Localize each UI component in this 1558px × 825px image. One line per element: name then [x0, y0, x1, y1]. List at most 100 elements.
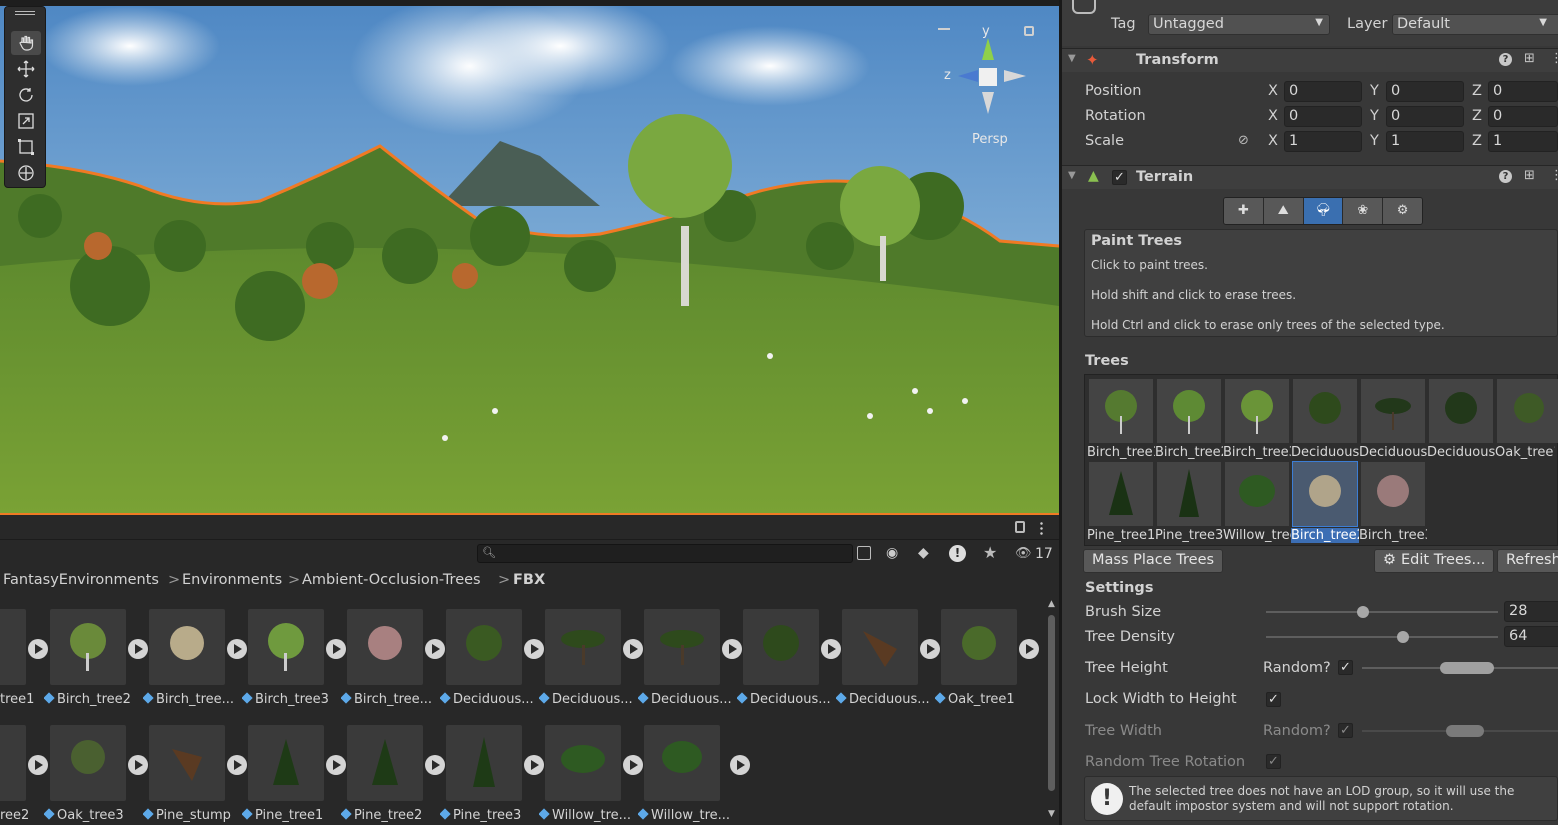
expand-play-icon[interactable]: [821, 639, 841, 659]
search-input[interactable]: 🔍︎: [477, 544, 853, 563]
breadcrumb-current[interactable]: FBX: [513, 572, 545, 588]
expand-play-icon[interactable]: [623, 639, 643, 659]
brush-size-slider[interactable]: [1266, 611, 1498, 613]
asset-item[interactable]: Pine_tree3: [440, 725, 546, 825]
asset-item[interactable]: Birch_tree2: [44, 609, 150, 719]
brush-size-field[interactable]: 28: [1504, 601, 1558, 622]
help-icon[interactable]: ?: [1499, 170, 1512, 183]
persp-label[interactable]: Persp: [972, 132, 1008, 147]
tree-density-slider-knob[interactable]: [1396, 631, 1409, 643]
expand-play-icon[interactable]: [730, 755, 750, 775]
tree-prototype-thumbnail[interactable]: [1429, 379, 1493, 443]
expand-play-icon[interactable]: [227, 755, 247, 775]
lock-icon[interactable]: [1024, 26, 1034, 36]
presets-icon[interactable]: ⊞: [1524, 51, 1535, 66]
tree-prototype-thumbnail[interactable]: [1157, 462, 1221, 526]
more-icon[interactable]: ⋮: [1550, 51, 1558, 66]
scroll-up-arrow[interactable]: ▲: [1048, 599, 1055, 609]
search-options-icon[interactable]: [857, 546, 871, 560]
asset-item[interactable]: Oak_tree3: [44, 725, 150, 825]
asset-item[interactable]: Deciduous...: [440, 609, 546, 719]
tree-prototype-thumbnail[interactable]: [1361, 379, 1425, 443]
expand-play-icon[interactable]: [227, 639, 247, 659]
position-x-field[interactable]: 0: [1284, 81, 1362, 102]
rotation-z-field[interactable]: 0: [1488, 106, 1558, 127]
expand-play-icon[interactable]: [28, 755, 48, 775]
drag-handle-icon[interactable]: [15, 11, 35, 12]
expand-play-icon[interactable]: [128, 639, 148, 659]
tree-prototype-thumbnail[interactable]: [1225, 379, 1289, 443]
foldout-arrow-icon[interactable]: ▼: [1068, 53, 1076, 64]
expand-play-icon[interactable]: [623, 755, 643, 775]
rotation-x-field[interactable]: 0: [1284, 106, 1362, 127]
refresh-button[interactable]: Refresh: [1497, 549, 1558, 573]
expand-play-icon[interactable]: [722, 639, 742, 659]
help-icon[interactable]: ?: [1499, 53, 1512, 66]
asset-item[interactable]: Birch_tree...: [143, 609, 249, 719]
filter-log-icon[interactable]: !: [949, 545, 966, 562]
asset-item[interactable]: Birch_tree...: [341, 609, 447, 719]
tree-height-range-handle[interactable]: [1440, 662, 1494, 674]
brush-size-slider-knob[interactable]: [1357, 606, 1370, 618]
expand-play-icon[interactable]: [920, 639, 940, 659]
terrain-settings-icon[interactable]: ⚙: [1383, 198, 1422, 224]
layer-dropdown[interactable]: Default ▼: [1392, 14, 1558, 35]
transform-tool-icon[interactable]: [11, 161, 41, 185]
expand-play-icon[interactable]: [326, 755, 346, 775]
tree-height-random-checkbox[interactable]: ✓: [1338, 660, 1353, 675]
tag-dropdown[interactable]: Untagged ▼: [1148, 14, 1330, 35]
rotation-y-field[interactable]: 0: [1386, 106, 1464, 127]
hidden-packages-icon[interactable]: 👁︎: [1015, 546, 1032, 561]
constrain-proportions-icon[interactable]: ⊘: [1238, 133, 1249, 148]
favorites-star-icon[interactable]: ★: [983, 543, 997, 562]
paint-terrain-icon[interactable]: ⛰: [1263, 198, 1304, 224]
create-neighbor-terrains-icon[interactable]: ✚: [1224, 198, 1264, 224]
tree-prototype-thumbnail[interactable]: [1361, 462, 1425, 526]
transform-header[interactable]: ▼ ✦ Transform ? ⊞ ⋮: [1062, 48, 1558, 72]
breadcrumb-item[interactable]: Environments: [182, 572, 282, 588]
tree-prototype-thumbnail[interactable]: [1157, 379, 1221, 443]
expand-play-icon[interactable]: [326, 639, 346, 659]
expand-play-icon[interactable]: [128, 755, 148, 775]
terrain-header[interactable]: ▼ ▲ ✓ Terrain ? ⊞ ⋮: [1062, 165, 1558, 189]
expand-play-icon[interactable]: [524, 755, 544, 775]
position-z-field[interactable]: 0: [1488, 81, 1558, 102]
mass-place-trees-button[interactable]: Mass Place Trees: [1083, 549, 1224, 573]
asset-item[interactable]: Willow_tre...: [638, 725, 750, 825]
paint-trees-icon[interactable]: 🌳︎: [1303, 198, 1344, 224]
asset-item[interactable]: Oak_tree1: [935, 609, 1041, 719]
expand-play-icon[interactable]: [28, 639, 48, 659]
asset-item[interactable]: Birch_tree3: [242, 609, 348, 719]
tree-prototype-thumbnail[interactable]: [1225, 462, 1289, 526]
filter-type-icon[interactable]: ◉: [886, 545, 902, 561]
more-icon[interactable]: [1040, 521, 1043, 535]
asset-grid-scrollbar[interactable]: ▲ ▼: [1044, 595, 1059, 825]
orientation-gizmo[interactable]: y z Persp: [934, 24, 1028, 147]
presets-icon[interactable]: ⊞: [1524, 168, 1535, 183]
asset-item[interactable]: tree1: [0, 609, 50, 719]
asset-item[interactable]: Pine_tree2: [341, 725, 447, 825]
asset-item[interactable]: Deciduous...: [539, 609, 645, 719]
terrain-enabled-checkbox[interactable]: ✓: [1112, 170, 1127, 185]
asset-item[interactable]: Deciduous...: [836, 609, 942, 719]
scroll-thumb[interactable]: [1048, 615, 1055, 791]
tree-prototype-thumbnail[interactable]: [1497, 379, 1558, 443]
tree-density-slider[interactable]: [1266, 636, 1498, 638]
tree-prototype-thumbnail[interactable]: [1089, 462, 1153, 526]
asset-item[interactable]: Deciduous...: [737, 609, 843, 719]
rotate-tool-icon[interactable]: [11, 83, 41, 107]
asset-item[interactable]: Pine_tree1: [242, 725, 348, 825]
expand-play-icon[interactable]: [1019, 639, 1039, 659]
tree-prototype-thumbnail[interactable]: [1089, 379, 1153, 443]
hand-tool-icon[interactable]: [11, 31, 41, 55]
edit-trees-button[interactable]: ⚙ Edit Trees...: [1374, 549, 1495, 573]
breadcrumb-item[interactable]: Ambient-Occlusion-Trees: [302, 572, 481, 588]
lock-width-checkbox[interactable]: ✓: [1266, 692, 1281, 707]
tree-prototype-thumbnail[interactable]: [1293, 379, 1357, 443]
asset-item[interactable]: ree2: [0, 725, 50, 825]
scale-tool-icon[interactable]: [11, 109, 41, 133]
scale-z-field[interactable]: 1: [1488, 131, 1558, 152]
tree-density-field[interactable]: 64: [1504, 626, 1558, 647]
scroll-down-arrow[interactable]: ▼: [1048, 809, 1055, 819]
paint-details-icon[interactable]: ❀: [1343, 198, 1384, 224]
